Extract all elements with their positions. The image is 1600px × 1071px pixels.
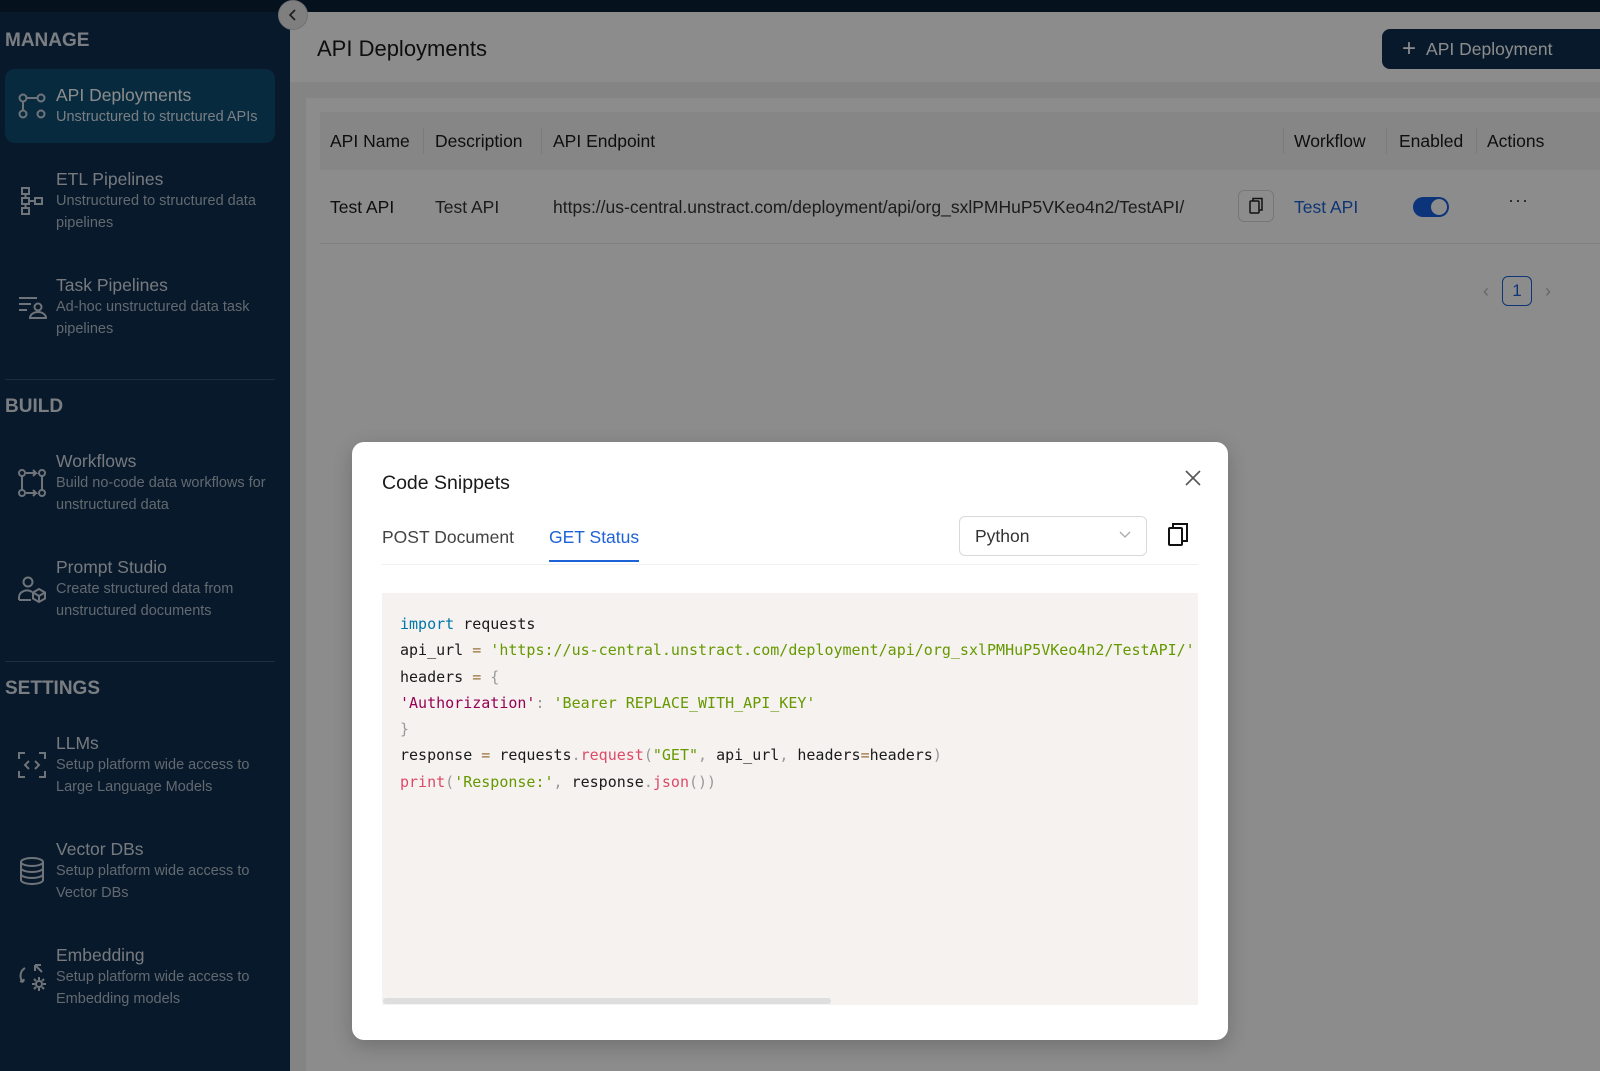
language-select[interactable]: Python xyxy=(959,516,1147,556)
code-token: json xyxy=(652,772,689,791)
code-token: 'Authorization' xyxy=(400,693,536,712)
code-token: , xyxy=(698,746,708,765)
code-token: requests xyxy=(454,615,536,633)
code-snippets-modal: Code Snippets POST Document GET Status P… xyxy=(352,442,1228,1040)
modal-title: Code Snippets xyxy=(382,472,510,494)
code-token: "GET" xyxy=(652,746,699,765)
code-token: print xyxy=(400,772,446,791)
code-token: requests xyxy=(490,746,572,765)
code-token: : xyxy=(535,693,545,712)
code-content: import requests api_url = 'https://us-ce… xyxy=(400,611,1195,795)
code-token: headers xyxy=(869,746,933,765)
code-token: 'Bearer REPLACE_WITH_API_KEY' xyxy=(544,693,816,712)
copy-icon xyxy=(1168,523,1188,546)
code-token: , xyxy=(553,772,563,791)
code-token: = xyxy=(481,746,491,765)
close-modal-button[interactable] xyxy=(1182,467,1204,489)
code-token: { xyxy=(481,667,500,686)
code-token: headers xyxy=(400,667,473,686)
code-token: 'https://us-central.unstract.com/deploym… xyxy=(481,641,1195,660)
code-block: import requests api_url = 'https://us-ce… xyxy=(382,593,1198,1005)
code-token: . xyxy=(571,746,581,765)
code-token: = xyxy=(472,641,482,660)
tab-post-document[interactable]: POST Document xyxy=(382,527,514,560)
horizontal-scrollbar[interactable] xyxy=(383,998,831,1004)
code-token: headers xyxy=(788,746,861,765)
code-token: import xyxy=(400,615,455,633)
code-token: , xyxy=(779,746,789,765)
code-token: } xyxy=(400,720,410,739)
code-token: ) xyxy=(932,746,942,765)
tab-get-status[interactable]: GET Status xyxy=(549,527,640,562)
code-token: response xyxy=(400,746,482,765)
code-token: = xyxy=(860,746,870,765)
code-token: request xyxy=(580,746,644,765)
copy-snippet-button[interactable] xyxy=(1167,522,1189,548)
chevron-down-icon xyxy=(1119,531,1131,538)
code-token: ( xyxy=(445,772,455,791)
close-icon xyxy=(1185,470,1201,486)
code-token: ()) xyxy=(689,772,717,791)
code-token: 'Response:' xyxy=(454,772,554,791)
language-select-value: Python xyxy=(975,525,1030,546)
code-token: = xyxy=(472,667,482,686)
code-token: api_url xyxy=(707,746,780,765)
code-token: response xyxy=(562,772,644,791)
code-token: . xyxy=(643,772,653,791)
code-token: ( xyxy=(643,746,653,765)
code-token: api_url xyxy=(400,641,473,660)
